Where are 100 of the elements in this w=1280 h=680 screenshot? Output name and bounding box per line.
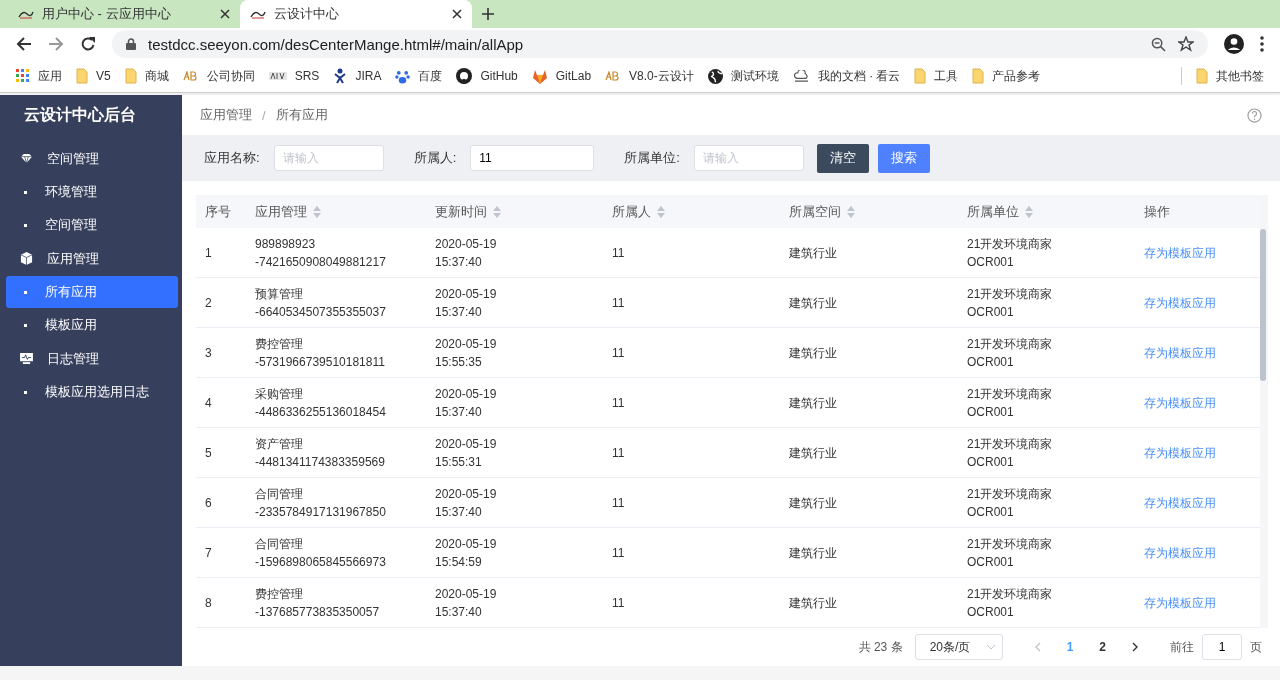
folder-icon (914, 68, 927, 84)
page-input[interactable]: 1 (1202, 634, 1242, 660)
forward-icon[interactable] (48, 36, 64, 52)
cloud-icon (792, 69, 810, 83)
column-header[interactable]: 应用管理 (255, 202, 435, 221)
menu-group[interactable]: 空间管理 (0, 142, 182, 175)
bookmark-item[interactable]: 其他书签 (1196, 67, 1264, 85)
page-size-select[interactable]: 20条/页 (914, 634, 1003, 660)
table-cell-text: 21开发环境商家 OCR001 (967, 285, 1054, 321)
table-cell-text: 11 (612, 344, 626, 362)
breadcrumb-link[interactable]: 应用管理 (200, 106, 252, 124)
table-cell-text: 8 (205, 594, 213, 612)
page-number[interactable]: 2 (1099, 640, 1106, 654)
table-cell-text: 11 (612, 444, 626, 462)
bookmark-item[interactable]: 测试环境 (707, 67, 779, 85)
browser-tab[interactable]: 云设计中心 (240, 0, 472, 28)
close-icon[interactable] (220, 9, 230, 19)
lock-icon (126, 38, 136, 50)
column-header[interactable]: 更新时间 (435, 202, 612, 221)
filter-input[interactable]: 11 (470, 145, 595, 171)
menu-item[interactable]: 所有应用 (6, 276, 178, 308)
next-page-icon[interactable] (1132, 642, 1138, 652)
fox-icon (531, 68, 548, 84)
breadcrumb-separator: / (262, 107, 266, 123)
table-cell-text: 11 (612, 494, 626, 512)
menu-item[interactable]: 环境管理 (6, 176, 178, 208)
bookmark-label: 产品参考 (992, 67, 1041, 85)
table-cell-text: 2020-05-19 15:54:59 (435, 535, 498, 571)
diamond-icon (20, 153, 33, 164)
bookmark-item[interactable]: 公司协同 (182, 67, 255, 85)
table-cell-text: 11 (612, 394, 626, 412)
help-icon[interactable] (1247, 107, 1262, 123)
table-cell-text: 费控管理 -5731966739510181811 (255, 335, 386, 371)
browser-tab[interactable]: 用户中心 - 云应用中心 (8, 0, 240, 28)
menu-item[interactable]: 模板应用 (6, 309, 178, 341)
zoom-out-icon[interactable] (1151, 36, 1166, 52)
bookmark-item[interactable]: GitLab (531, 68, 592, 84)
page-suffix: 页 (1250, 638, 1262, 656)
bookmark-label: GitHub (480, 69, 518, 83)
table-cell-text: 2020-05-19 15:37:40 (435, 385, 498, 421)
jira-logo-icon (333, 68, 348, 84)
scrollbar-thumb[interactable] (1260, 229, 1266, 381)
bookmark-item[interactable]: 应用 (16, 67, 62, 85)
clear-button[interactable]: 清空 (816, 143, 869, 173)
back-icon[interactable] (16, 36, 32, 52)
search-button[interactable]: 搜索 (877, 143, 930, 173)
bookmark-item[interactable]: 我的文档 · 看云 (792, 67, 901, 85)
table-cell-text: 21开发环境商家 OCR001 (967, 585, 1054, 621)
chevron-down-icon (985, 644, 996, 650)
table-cell-text: 建筑行业 (789, 294, 838, 312)
reload-icon[interactable] (80, 36, 96, 52)
column-header[interactable]: 所属单位 (967, 202, 1144, 221)
filter-label: 所属人: (413, 149, 457, 167)
column-header[interactable]: 所属人 (612, 202, 789, 221)
bookmark-item[interactable]: SRS (268, 69, 320, 83)
table-cell-text: 采购管理 -4486336255136018454 (255, 385, 387, 421)
goto-label: 前往 (1170, 638, 1194, 656)
bookmark-item[interactable]: 工具 (914, 67, 959, 85)
column-header: 操作 (1144, 202, 1171, 221)
bookmark-label: GitLab (555, 69, 592, 83)
table-cell-text: 5 (205, 444, 213, 462)
close-icon[interactable] (452, 9, 462, 19)
table-cell-text: 资产管理 -4481341174383359569 (255, 435, 386, 471)
menu-item[interactable]: 空间管理 (6, 209, 178, 241)
tab-title: 云设计中心 (274, 5, 340, 23)
address-bar[interactable]: testdcc.seeyon.com/desCenterMange.html#/main/allApp (112, 30, 1208, 58)
bookmark-item[interactable]: JIRA (333, 68, 382, 84)
table-cell-text: 11 (612, 294, 626, 312)
bookmark-item[interactable]: V5 (76, 68, 111, 84)
bookmark-item[interactable]: V8.0-云设计 (605, 67, 694, 85)
total-count: 共 23 条 (858, 638, 903, 656)
bookmark-label: 商城 (144, 67, 169, 85)
table-cell-text: 建筑行业 (789, 344, 838, 362)
menu-group[interactable]: 日志管理 (0, 342, 182, 375)
bookmark-item[interactable]: 百度 (395, 67, 443, 85)
table-cell-text: 2 (205, 294, 213, 312)
bookmark-item[interactable]: GitHub (456, 68, 518, 84)
table-cell-text: 2020-05-19 15:55:35 (435, 335, 498, 371)
table-cell-text: 预算管理 -6640534507355355037 (255, 285, 387, 321)
menu-group[interactable]: 应用管理 (0, 242, 182, 275)
menu-item[interactable]: 模板应用选用日志 (6, 376, 178, 408)
new-tab-icon[interactable] (482, 8, 494, 20)
column-header[interactable]: 所属空间 (789, 202, 967, 221)
table-cell-text: 合同管理 -2335784917131967850 (255, 485, 387, 521)
site-logo-icon (250, 9, 266, 19)
filter-input[interactable]: 请输入 (693, 145, 804, 171)
folder-icon (1196, 68, 1208, 84)
folder-icon (124, 68, 137, 84)
logo-icon (268, 72, 287, 80)
profile-icon[interactable] (1224, 34, 1244, 54)
bookmark-label: 百度 (418, 67, 443, 85)
filter-input[interactable]: 请输入 (273, 145, 384, 171)
bookmark-label: 我的文档 · 看云 (817, 67, 901, 85)
bookmark-item[interactable]: 商城 (124, 67, 169, 85)
star-icon[interactable] (1178, 36, 1194, 52)
table-cell-text: 1 (205, 244, 213, 262)
menu-icon[interactable] (1260, 36, 1264, 52)
table-cell-text: 3 (205, 344, 213, 362)
bookmark-item[interactable]: 产品参考 (972, 67, 1041, 85)
table-cell-text: 6 (205, 494, 213, 512)
